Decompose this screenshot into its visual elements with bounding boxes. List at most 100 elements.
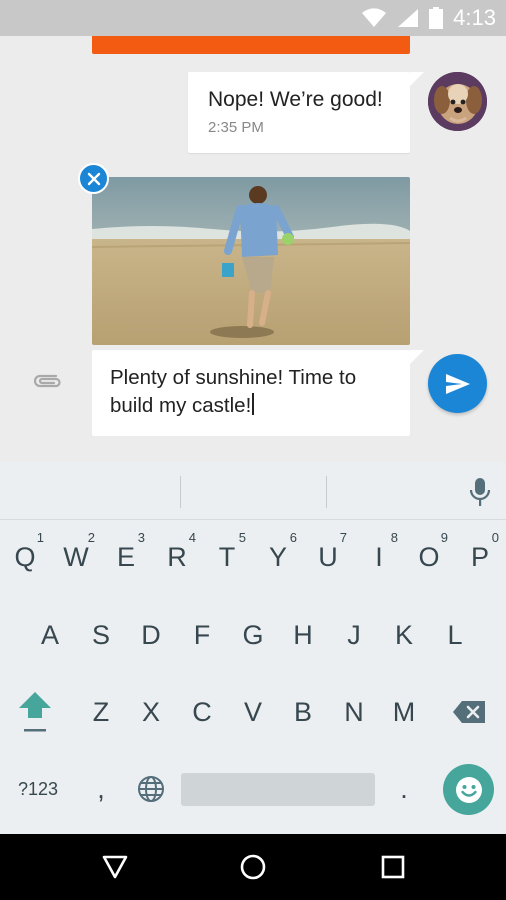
soft-keyboard[interactable]: Q1 W2 E3 R4 T5 Y6 U7 I8 O9 P0 A S D F G …: [0, 462, 506, 834]
key-y[interactable]: Y6: [253, 522, 303, 592]
key-j[interactable]: J: [329, 600, 379, 670]
key-label: O: [418, 541, 440, 572]
key-d[interactable]: D: [126, 600, 176, 670]
suggestion-divider: [180, 476, 181, 508]
symbols-key[interactable]: ?123: [12, 754, 64, 824]
key-hint: 7: [339, 530, 347, 545]
key-v[interactable]: V: [228, 677, 278, 747]
key-label: C: [192, 696, 212, 727]
backspace-icon: [453, 701, 485, 723]
key-label: N: [344, 696, 364, 727]
emoji-button[interactable]: [443, 764, 494, 815]
status-bar: 4:13: [0, 0, 506, 36]
key-label: Q: [14, 541, 36, 572]
key-f[interactable]: F: [177, 600, 227, 670]
key-hint: 9: [440, 530, 448, 545]
key-hint: 6: [289, 530, 297, 545]
navigation-bar: [0, 834, 506, 900]
avatar[interactable]: [428, 72, 487, 131]
status-icons: 4:13: [361, 0, 496, 36]
key-label: M: [392, 696, 416, 727]
key-label: Y: [268, 541, 287, 572]
key-n[interactable]: N: [329, 677, 379, 747]
shift-icon: [19, 692, 51, 732]
message-bubble[interactable]: Nope! We’re good! 2:35 PM: [188, 72, 424, 153]
key-g[interactable]: G: [228, 600, 278, 670]
key-label: J: [347, 619, 361, 650]
status-time: 4:13: [453, 5, 496, 30]
key-x[interactable]: X: [126, 677, 176, 747]
compose-text: Plenty of sunshine! Time to build my cas…: [110, 366, 357, 417]
text-cursor: [252, 393, 255, 415]
key-label: ?123: [17, 778, 59, 799]
suggestion-divider: [326, 476, 327, 508]
key-r[interactable]: R4: [152, 522, 202, 592]
key-o[interactable]: O9: [404, 522, 454, 592]
key-t[interactable]: T5: [202, 522, 252, 592]
back-triangle-icon: [102, 855, 128, 879]
key-hint: 4: [188, 530, 196, 545]
key-c[interactable]: C: [177, 677, 227, 747]
shift-key[interactable]: [10, 677, 60, 747]
microphone-icon[interactable]: [468, 477, 492, 507]
key-e[interactable]: E3: [101, 522, 151, 592]
remove-attachment-button[interactable]: [78, 163, 109, 194]
key-label: G: [242, 619, 264, 650]
key-label: R: [167, 541, 187, 572]
spacebar[interactable]: [181, 773, 375, 806]
key-w[interactable]: W2: [51, 522, 101, 592]
compose-field[interactable]: Plenty of sunshine! Time to build my cas…: [92, 350, 424, 436]
recents-button[interactable]: [378, 852, 408, 882]
key-label: U: [318, 541, 338, 572]
key-label: F: [193, 619, 211, 650]
key-label: I: [375, 541, 383, 572]
key-i[interactable]: I8: [354, 522, 404, 592]
wifi-icon: [362, 8, 387, 27]
key-label: E: [116, 541, 135, 572]
key-hint: 1: [36, 530, 44, 545]
key-hint: 8: [390, 530, 398, 545]
key-a[interactable]: A: [25, 600, 75, 670]
globe-icon: [138, 776, 164, 802]
home-button[interactable]: [238, 852, 268, 882]
image-attachment[interactable]: [92, 177, 410, 345]
paperclip-icon[interactable]: [30, 370, 64, 392]
key-label: W: [63, 541, 89, 572]
key-label: ,: [97, 773, 105, 804]
cellular-icon: [398, 9, 419, 27]
compose-text-wrap: Plenty of sunshine! Time to build my cas…: [110, 364, 400, 420]
key-label: V: [243, 696, 262, 727]
key-l[interactable]: L: [430, 600, 480, 670]
send-button[interactable]: [428, 354, 487, 413]
key-hint: 5: [238, 530, 246, 545]
key-hint: 0: [491, 530, 499, 545]
message-text: Nope! We’re good!: [208, 88, 383, 111]
key-label: B: [293, 696, 312, 727]
key-label: D: [141, 619, 161, 650]
key-p[interactable]: P0: [455, 522, 505, 592]
back-button[interactable]: [100, 852, 130, 882]
recents-square-icon: [381, 855, 405, 879]
period-key[interactable]: .: [379, 754, 429, 824]
key-k[interactable]: K: [379, 600, 429, 670]
key-hint: 3: [137, 530, 145, 545]
key-q[interactable]: Q1: [0, 522, 50, 592]
key-label: K: [394, 619, 413, 650]
key-b[interactable]: B: [278, 677, 328, 747]
language-key[interactable]: [126, 754, 176, 824]
key-s[interactable]: S: [76, 600, 126, 670]
key-m[interactable]: M: [379, 677, 429, 747]
suggestion-strip[interactable]: [0, 462, 506, 520]
smiley-icon: [455, 776, 482, 803]
key-label: P: [470, 541, 489, 572]
key-z[interactable]: Z: [76, 677, 126, 747]
message-timestamp: 2:35 PM: [208, 119, 264, 136]
key-label: Z: [92, 696, 110, 727]
previous-message-bubble[interactable]: [92, 36, 410, 54]
backspace-key[interactable]: [444, 677, 494, 747]
key-label: T: [218, 541, 236, 572]
conversation-area[interactable]: Nope! We’re good! 2:35 PM Plenty of suns…: [0, 36, 506, 462]
key-h[interactable]: H: [278, 600, 328, 670]
key-u[interactable]: U7: [303, 522, 353, 592]
comma-key[interactable]: ,: [76, 754, 126, 824]
